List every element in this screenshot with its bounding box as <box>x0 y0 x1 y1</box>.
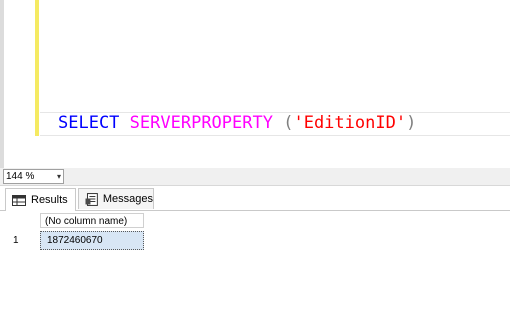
sql-string: 'EditionID' <box>293 113 407 133</box>
sql-code-line[interactable]: SELECT SERVERPROPERTY ('EditionID') <box>58 112 416 134</box>
messages-icon <box>85 192 98 206</box>
change-tracking-bar <box>35 0 39 136</box>
zoom-value: 144 % <box>6 171 35 182</box>
zoom-bar: 144 % ▾ <box>0 168 510 186</box>
open-paren: ( <box>283 113 294 133</box>
chevron-down-icon[interactable]: ▾ <box>57 170 61 183</box>
results-grid[interactable]: (No column name) 1 1872460670 <box>0 211 510 332</box>
row-header[interactable]: 1 <box>5 231 39 250</box>
grid-icon <box>12 194 26 206</box>
tab-results-label: Results <box>31 194 68 206</box>
zoom-dropdown[interactable]: 144 % ▾ <box>3 169 64 184</box>
close-paren: ) <box>406 113 417 133</box>
query-editor[interactable]: SELECT SERVERPROPERTY ('EditionID') <box>0 0 510 168</box>
tab-messages[interactable]: Messages <box>78 188 154 209</box>
sql-keyword: SELECT <box>58 113 120 133</box>
grid-corner <box>5 213 39 228</box>
sql-function: SERVERPROPERTY <box>129 113 273 133</box>
editor-margin <box>0 0 4 168</box>
result-cell[interactable]: 1872460670 <box>40 231 144 250</box>
results-tab-strip: Results Messages <box>0 186 510 211</box>
column-header[interactable]: (No column name) <box>40 213 144 228</box>
tab-messages-label: Messages <box>102 193 153 205</box>
tab-results[interactable]: Results <box>5 188 76 211</box>
